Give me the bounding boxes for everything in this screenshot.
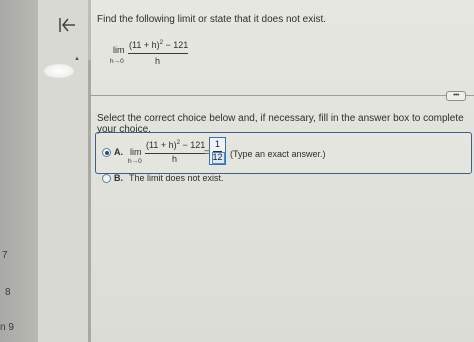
answer-numerator[interactable]: 1 xyxy=(210,139,225,149)
choice-a-denominator: h xyxy=(172,154,178,164)
navigation-panel xyxy=(38,0,88,342)
choice-b-letter: B. xyxy=(114,173,123,183)
choice-a-numerator-base: (11 + h) xyxy=(146,140,177,150)
back-arrow-icon[interactable] xyxy=(57,15,77,35)
choice-b-radio[interactable] xyxy=(102,174,111,183)
choice-a-lim-word: lim xyxy=(130,147,142,157)
question-panel: Find the following limit or state that i… xyxy=(91,0,474,342)
choice-a-radio[interactable] xyxy=(102,148,111,157)
question-number-7[interactable]: 7 xyxy=(2,250,8,261)
numerator-base: (11 + h) xyxy=(129,40,160,50)
answer-hint: (Type an exact answer.) xyxy=(230,149,326,159)
question-number-9[interactable]: n 9 xyxy=(0,322,14,333)
section-divider xyxy=(91,95,474,96)
choice-a-numerator: (11 + h)2 − 121 xyxy=(146,140,205,150)
glare-highlight xyxy=(44,64,74,78)
more-options-button[interactable]: ••• xyxy=(446,91,466,101)
lim-word: lim xyxy=(113,45,125,55)
lim-subscript: h→0 xyxy=(110,58,124,65)
collapse-caret-icon[interactable]: ▲ xyxy=(74,56,80,62)
answer-input-box[interactable]: 1 12 xyxy=(209,137,226,165)
fraction-bar xyxy=(128,53,188,54)
question-number-8[interactable]: 8 xyxy=(5,287,11,298)
question-prompt: Find the following limit or state that i… xyxy=(97,14,326,25)
choice-b-text[interactable]: The limit does not exist. xyxy=(129,173,224,183)
fraction-numerator: (11 + h)2 − 121 xyxy=(129,40,188,50)
numerator-rest: − 121 xyxy=(162,40,189,50)
fraction-denominator: h xyxy=(155,56,161,66)
choice-a-lim-subscript: h→0 xyxy=(128,158,142,165)
answer-denominator[interactable]: 12 xyxy=(210,152,225,162)
choice-a-numerator-rest: − 121 xyxy=(179,140,206,150)
choice-a-letter: A. xyxy=(114,147,123,157)
